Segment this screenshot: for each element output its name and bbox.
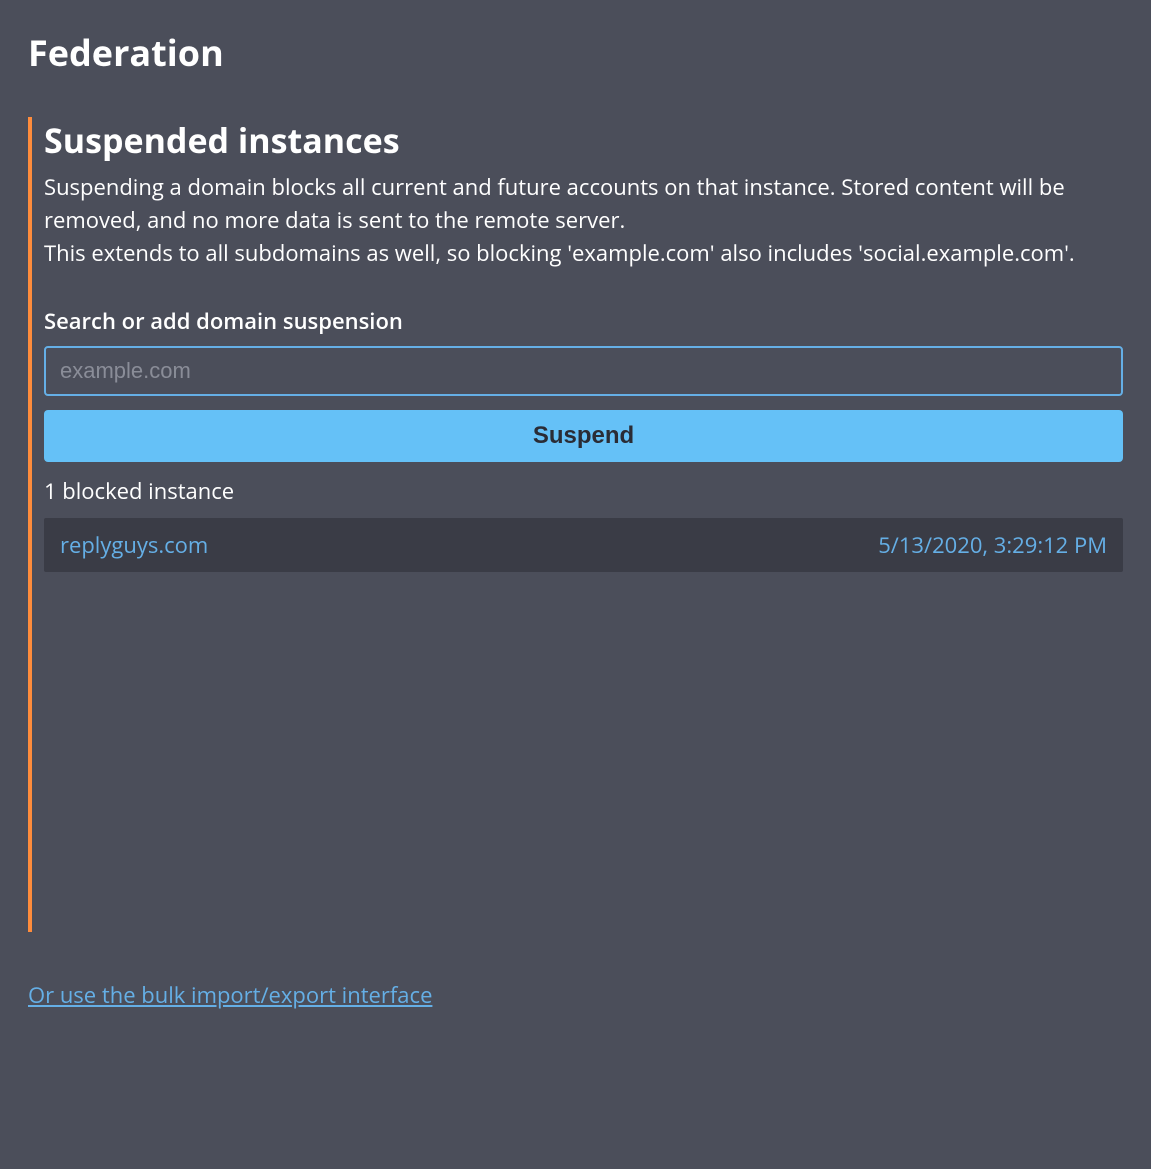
instance-row: replyguys.com 5/13/2020, 3:29:12 PM <box>44 518 1123 572</box>
instance-date: 5/13/2020, 3:29:12 PM <box>878 530 1107 560</box>
section-title: Suspended instances <box>44 117 1123 163</box>
bulk-import-export-link[interactable]: Or use the bulk import/export interface <box>28 980 432 1010</box>
blocked-count: 1 blocked instance <box>44 476 1123 506</box>
instance-domain-link[interactable]: replyguys.com <box>60 530 208 560</box>
page-title: Federation <box>28 28 1123 77</box>
domain-input-label: Search or add domain suspension <box>44 306 1123 336</box>
suspend-button[interactable]: Suspend <box>44 410 1123 462</box>
section-description-line2: This extends to all subdomains as well, … <box>44 238 1075 268</box>
section-description: Suspending a domain blocks all current a… <box>44 171 1123 270</box>
domain-input[interactable] <box>44 346 1123 396</box>
suspended-instances-section: Suspended instances Suspending a domain … <box>28 117 1123 932</box>
section-description-line1: Suspending a domain blocks all current a… <box>44 172 1065 235</box>
